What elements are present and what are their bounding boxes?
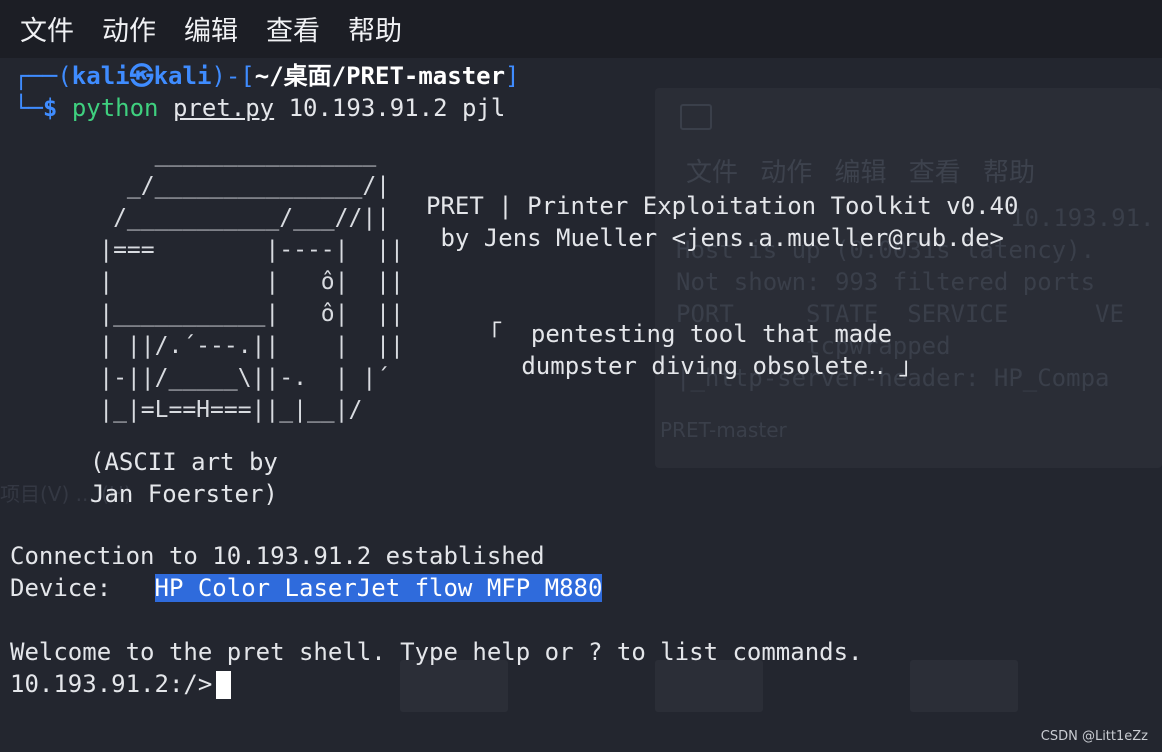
menu-view[interactable]: 查看 (266, 9, 320, 48)
device-label: Device: (10, 574, 155, 602)
background-taskbar-item (910, 660, 1018, 712)
credit-line: (ASCII art by (90, 448, 278, 476)
background-line: Not shown: 993 filtered ports (676, 268, 1096, 296)
device-name-selection[interactable]: HP Color LaserJet flow MFP M880 (154, 574, 603, 602)
command-line: └─$ python pret.py 10.193.91.2 pjl (14, 92, 505, 124)
pret-quote: 「 pentesting tool that made dumpster div… (478, 318, 923, 382)
menu-edit[interactable]: 编辑 (184, 9, 238, 48)
prompt-frame: )-[ (211, 62, 255, 90)
prompt-path: ~/桌面/PRET-master (254, 62, 506, 90)
menu-help[interactable]: 帮助 (348, 9, 402, 48)
banner-author: by Jens Mueller <jens.a.mueller@rub.de> (426, 224, 1004, 252)
prompt-corner: └─ (14, 94, 43, 122)
welcome-message: Welcome to the pret shell. Type help or … (10, 638, 863, 666)
menu-action[interactable]: 动作 (102, 9, 156, 48)
quote-line: dumpster diving obsolete‥ 」 (478, 352, 923, 380)
menu-file[interactable]: 文件 (20, 9, 74, 48)
pret-shell-prompt[interactable]: 10.193.91.2:/> (10, 668, 232, 700)
background-line: 10.193.91. (1010, 204, 1155, 232)
printer-ascii-art: ________________ _/_______________/| /__… (99, 141, 404, 423)
quote-line: 「 pentesting tool that made (478, 320, 893, 348)
command-args: 10.193.91.2 pjl (288, 94, 506, 122)
background-folder-label: PRET-master (660, 418, 787, 442)
ascii-credit: (ASCII art by Jan Foerster) (90, 446, 278, 510)
pret-banner: PRET | Printer Exploitation Toolkit v0.4… (426, 190, 1018, 254)
command-name: python (71, 94, 159, 122)
credit-line: Jan Foerster) (90, 480, 278, 508)
background-window-icon (680, 104, 712, 130)
prompt-dollar: $ (42, 94, 58, 122)
prompt-user: kali (71, 62, 130, 90)
kali-at-icon: ㉿ (129, 62, 154, 90)
prompt-host: kali (153, 62, 212, 90)
text-cursor (216, 671, 232, 699)
shell-prompt-header: ┌──(kali㉿kali)-[~/桌面/PRET-master] (14, 60, 520, 92)
connection-status: Connection to 10.193.91.2 established (10, 542, 545, 570)
menu-bar: 文件 动作 编辑 查看 帮助 (0, 0, 430, 56)
watermark: CSDN @Litt1eZz (1040, 729, 1148, 744)
banner-title: PRET | Printer Exploitation Toolkit v0.4… (426, 192, 1019, 220)
device-line: Device: HP Color LaserJet flow MFP M880 (10, 572, 603, 604)
command-script: pret.py (172, 94, 275, 122)
background-window-menu: 文件 动作 编辑 查看 帮助 (686, 158, 1036, 188)
prompt-frame: ] (505, 62, 520, 90)
shell-prompt-text: 10.193.91.2:/> (10, 670, 213, 698)
prompt-frame: ┌──( (14, 62, 72, 90)
